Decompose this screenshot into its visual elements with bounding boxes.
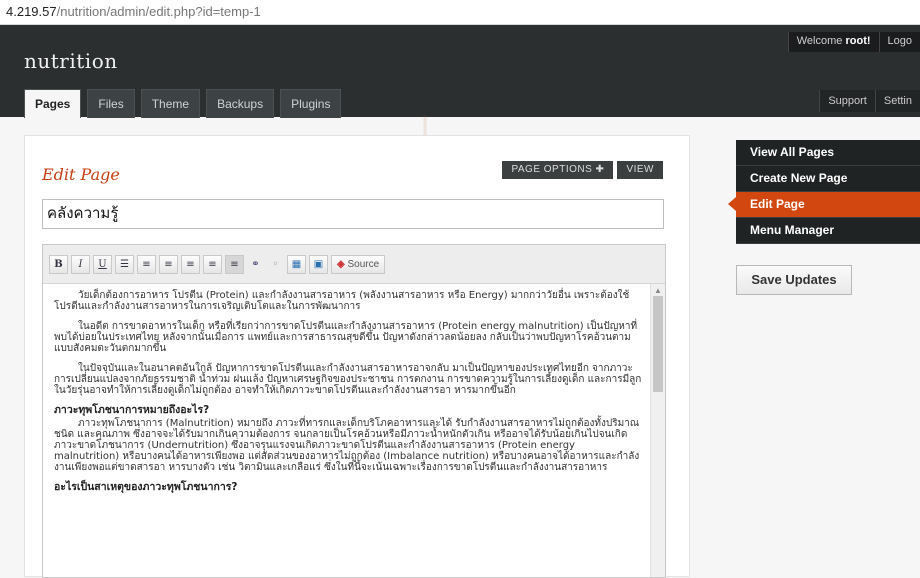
url-host: 4.219.57 <box>6 4 57 19</box>
bold-button[interactable]: B <box>49 254 68 274</box>
welcome-text: Welcome root! <box>787 32 879 52</box>
source-label: Source <box>347 258 380 270</box>
bullet-list-icon[interactable]: ≡ <box>137 254 156 274</box>
paragraph: ภาวะทุพโภชนาการ (Malnutrition) หมายถึง ภ… <box>54 418 640 473</box>
source-button[interactable]: ◈ Source <box>331 254 386 274</box>
user-menu: Welcome root! Logo <box>787 32 920 52</box>
tab-plugins[interactable]: Plugins <box>280 89 342 118</box>
paragraph: ในปัจจุบันและในอนาคตอันใกล้ ปัญหาการขาดโ… <box>54 363 642 396</box>
sidebar-item-view-all[interactable]: View All Pages <box>736 140 920 166</box>
tab-pages[interactable]: Pages <box>24 89 82 118</box>
source-icon: ◈ <box>337 258 345 270</box>
username[interactable]: root! <box>845 35 870 47</box>
admin-header: nutrition Welcome root! Logo Pages Files… <box>0 25 920 118</box>
content-heading: ภาวะทุพโภชนาการหมายถึงอะไร? <box>54 404 210 416</box>
unlink-icon[interactable]: ⚬ <box>267 256 284 273</box>
secondary-nav: Support Settin <box>819 90 920 112</box>
url-path: /nutrition/admin/edit.php?id=temp-1 <box>56 4 261 19</box>
link-icon[interactable]: ⚭ <box>247 256 264 273</box>
settings-link[interactable]: Settin <box>874 90 920 112</box>
page-sidebar: View All Pages Create New Page Edit Page… <box>728 140 920 244</box>
content-heading: อะไรเป็นสาเหตุของภาวะทุพโภชนาการ? <box>54 481 238 493</box>
align-center-icon[interactable]: ≡ <box>181 254 200 274</box>
welcome-prefix: Welcome <box>796 35 843 47</box>
page-options-button[interactable]: PAGE OPTIONS ✚ <box>502 161 614 179</box>
editor-content[interactable]: วัยเด็กต้องการอาหาร โปรตีน (Protein) และ… <box>43 284 665 577</box>
tab-files[interactable]: Files <box>87 89 135 118</box>
editor-scrollbar[interactable]: ▲ <box>650 284 665 577</box>
view-button[interactable]: VIEW <box>617 161 663 179</box>
save-updates-button[interactable]: Save Updates <box>736 265 852 295</box>
title-input[interactable]: คลังความรู้ <box>42 199 664 229</box>
italic-button[interactable]: I <box>71 254 90 274</box>
scroll-up-icon[interactable]: ▲ <box>654 286 662 295</box>
address-bar[interactable]: 4.219.57/nutrition/admin/edit.php?id=tem… <box>0 0 920 25</box>
sidebar-item-create[interactable]: Create New Page <box>736 166 920 192</box>
tab-backups[interactable]: Backups <box>206 89 275 118</box>
sidebar-item-edit[interactable]: Edit Page <box>728 192 920 218</box>
justify-icon[interactable]: ≡ <box>225 254 244 274</box>
page-actions: PAGE OPTIONS ✚ VIEW <box>502 161 663 179</box>
main-tabs: Pages Files Theme Backups Plugins <box>24 89 342 118</box>
editor-toolbar: B I U ☰ ≡ ≡ ≡ ≡ ≡ ⚭ ⚬ ▦ ▣ ◈ Source <box>43 245 665 284</box>
paragraph: ในอดีต การขาดอาหารในเด็ก หรือที่เรียกว่า… <box>54 321 638 354</box>
rich-text-editor[interactable]: B I U ☰ ≡ ≡ ≡ ≡ ≡ ⚭ ⚬ ▦ ▣ ◈ Source วัยเด… <box>42 244 666 578</box>
underline-button[interactable]: U <box>93 254 112 274</box>
sidebar-item-menu-manager[interactable]: Menu Manager <box>736 218 920 244</box>
support-link[interactable]: Support <box>819 90 875 112</box>
content-body: วัยเด็กต้องการอาหาร โปรตีน (Protein) และ… <box>54 290 642 495</box>
scroll-thumb[interactable] <box>653 296 663 392</box>
numbered-list-icon[interactable]: ☰ <box>115 254 134 274</box>
url-text: 4.219.57/nutrition/admin/edit.php?id=tem… <box>6 4 261 19</box>
image-icon[interactable]: ▣ <box>309 254 328 274</box>
table-icon[interactable]: ▦ <box>287 254 306 274</box>
logout-link[interactable]: Logo <box>878 32 920 52</box>
align-left-icon[interactable]: ≡ <box>159 254 178 274</box>
tab-theme[interactable]: Theme <box>140 89 201 118</box>
site-name[interactable]: nutrition <box>24 49 118 73</box>
page-title: Edit Page <box>42 165 120 184</box>
edit-panel: Edit Page PAGE OPTIONS ✚ VIEW คลังความรู… <box>24 135 690 578</box>
paragraph: วัยเด็กต้องการอาหาร โปรตีน (Protein) และ… <box>54 290 630 312</box>
align-right-icon[interactable]: ≡ <box>203 254 222 274</box>
